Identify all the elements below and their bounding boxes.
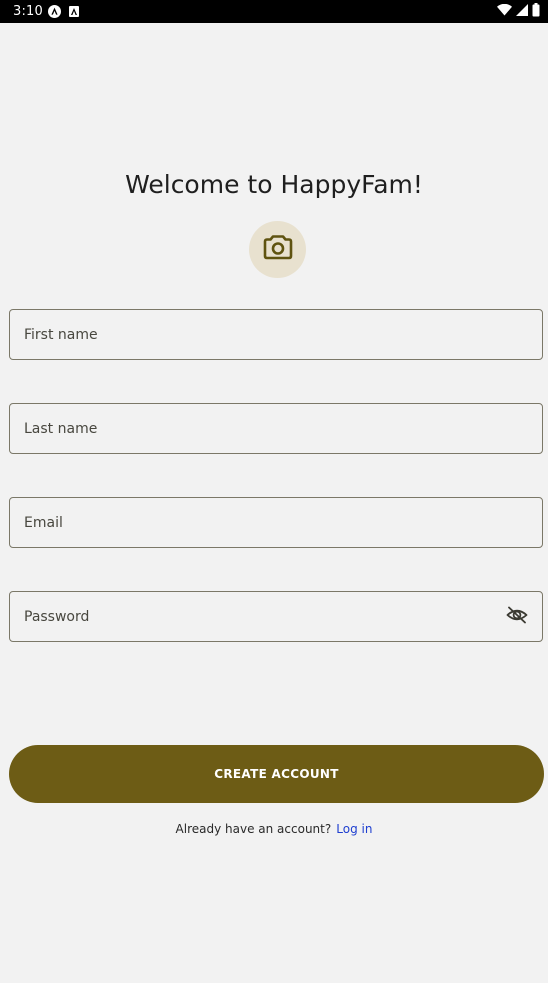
login-prompt-text: Already have an account? (175, 822, 332, 836)
page-title: Welcome to HappyFam! (125, 170, 423, 199)
battery-icon (532, 2, 540, 22)
create-account-button[interactable]: CREATE ACCOUNT (9, 745, 544, 803)
cellular-signal-icon (516, 3, 528, 21)
add-photo-button[interactable] (249, 221, 306, 278)
last-name-input[interactable] (10, 404, 542, 453)
login-prompt-row: Already have an account? Log in (0, 822, 548, 836)
wifi-icon (497, 3, 512, 21)
last-name-field[interactable] (9, 403, 543, 454)
eye-off-icon (506, 606, 528, 629)
status-time: 3:10 (13, 4, 43, 19)
status-bar: 3:10 (0, 0, 548, 23)
camera-icon (263, 234, 293, 265)
login-link[interactable]: Log in (336, 822, 372, 836)
app-a-icon (48, 5, 61, 18)
first-name-input[interactable] (10, 310, 542, 359)
first-name-field[interactable] (9, 309, 543, 360)
app-b-icon (69, 6, 79, 17)
email-input[interactable] (10, 498, 542, 547)
email-field[interactable] (9, 497, 543, 548)
system-status-icons (497, 2, 540, 22)
password-input[interactable] (10, 592, 542, 641)
password-field[interactable] (9, 591, 543, 642)
password-visibility-toggle[interactable] (504, 604, 530, 630)
